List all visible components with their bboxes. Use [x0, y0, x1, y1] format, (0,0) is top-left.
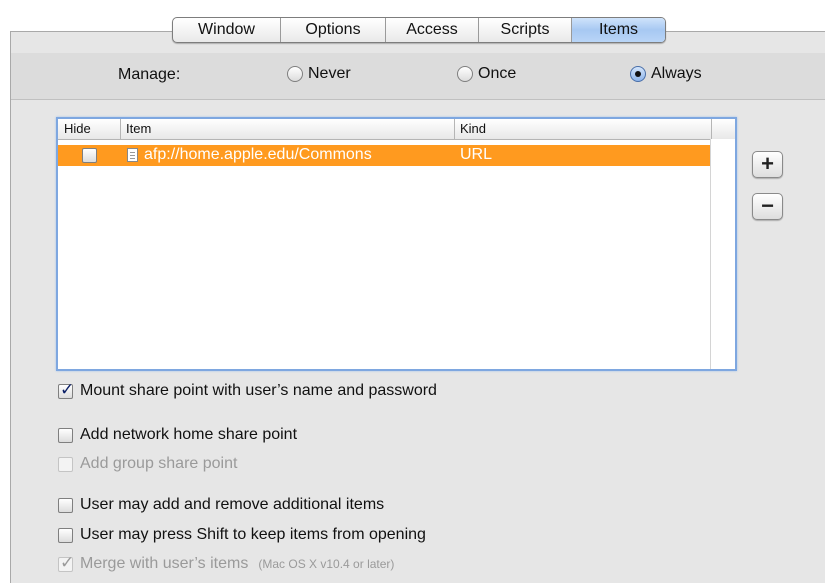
column-divider[interactable]	[454, 119, 455, 139]
add-group-label: Add group share point	[80, 455, 238, 472]
column-header-item[interactable]: Item	[126, 121, 151, 136]
checkbox-icon[interactable]	[58, 427, 73, 443]
checkbox-checked-icon[interactable]	[58, 380, 74, 400]
radio-once[interactable]: Once	[457, 65, 516, 83]
manage-label: Manage:	[118, 66, 181, 83]
merge-version-note: (Mac OS X v10.4 or later)	[258, 557, 395, 571]
shift-keep-label: User may press Shift to keep items from …	[80, 526, 426, 543]
document-icon	[127, 148, 138, 162]
user-add-remove-option[interactable]: User may add and remove additional items	[58, 496, 384, 514]
column-divider[interactable]	[120, 119, 121, 139]
manage-bar: Manage: Never Once Always	[11, 53, 825, 100]
tab-options[interactable]: Options	[281, 18, 386, 42]
radio-never-label: Never	[308, 65, 351, 82]
radio-button-icon[interactable]	[457, 66, 473, 82]
column-divider	[711, 119, 712, 139]
item-url: afp://home.apple.edu/Commons	[144, 146, 372, 163]
checkbox-checked-disabled-icon	[58, 553, 74, 573]
mount-share-option[interactable]: Mount share point with user’s name and p…	[58, 380, 437, 400]
mount-share-label: Mount share point with user’s name and p…	[80, 382, 437, 399]
tab-bar: Window Options Access Scripts Items	[172, 17, 666, 43]
shift-keep-option[interactable]: User may press Shift to keep items from …	[58, 526, 426, 544]
items-table[interactable]: Hide Item Kind afp://home.apple.edu/Comm…	[56, 117, 737, 371]
column-header-hide[interactable]: Hide	[64, 121, 91, 136]
user-add-remove-label: User may add and remove additional items	[80, 496, 385, 513]
radio-once-label: Once	[478, 65, 517, 82]
add-home-option[interactable]: Add network home share point	[58, 426, 297, 444]
radio-always-label: Always	[651, 65, 702, 82]
add-item-button[interactable]: +	[752, 151, 783, 178]
add-group-option: Add group share point	[58, 455, 237, 473]
add-home-label: Add network home share point	[80, 426, 298, 443]
remove-item-button[interactable]: −	[752, 193, 783, 220]
merge-items-option: Merge with user’s items (Mac OS X v10.4 …	[58, 553, 395, 573]
tab-access[interactable]: Access	[386, 18, 479, 42]
checkbox-disabled-icon	[58, 456, 73, 472]
radio-selected-icon[interactable]	[630, 66, 646, 82]
merge-items-label: Merge with user’s items	[80, 555, 249, 572]
radio-always[interactable]: Always	[630, 65, 702, 83]
radio-never[interactable]: Never	[287, 65, 351, 83]
tab-items[interactable]: Items	[572, 18, 665, 42]
tab-window[interactable]: Window	[173, 18, 281, 42]
column-header-kind[interactable]: Kind	[460, 121, 486, 136]
checkbox-icon[interactable]	[58, 527, 73, 543]
table-scroll-area	[710, 139, 735, 369]
item-kind: URL	[460, 146, 493, 163]
tab-scripts[interactable]: Scripts	[479, 18, 572, 42]
table-header: Hide Item Kind	[58, 119, 735, 140]
checkbox-icon[interactable]	[58, 497, 73, 513]
hide-checkbox[interactable]	[82, 148, 97, 163]
table-row[interactable]: afp://home.apple.edu/Commons URL	[58, 145, 711, 166]
radio-button-icon[interactable]	[287, 66, 303, 82]
